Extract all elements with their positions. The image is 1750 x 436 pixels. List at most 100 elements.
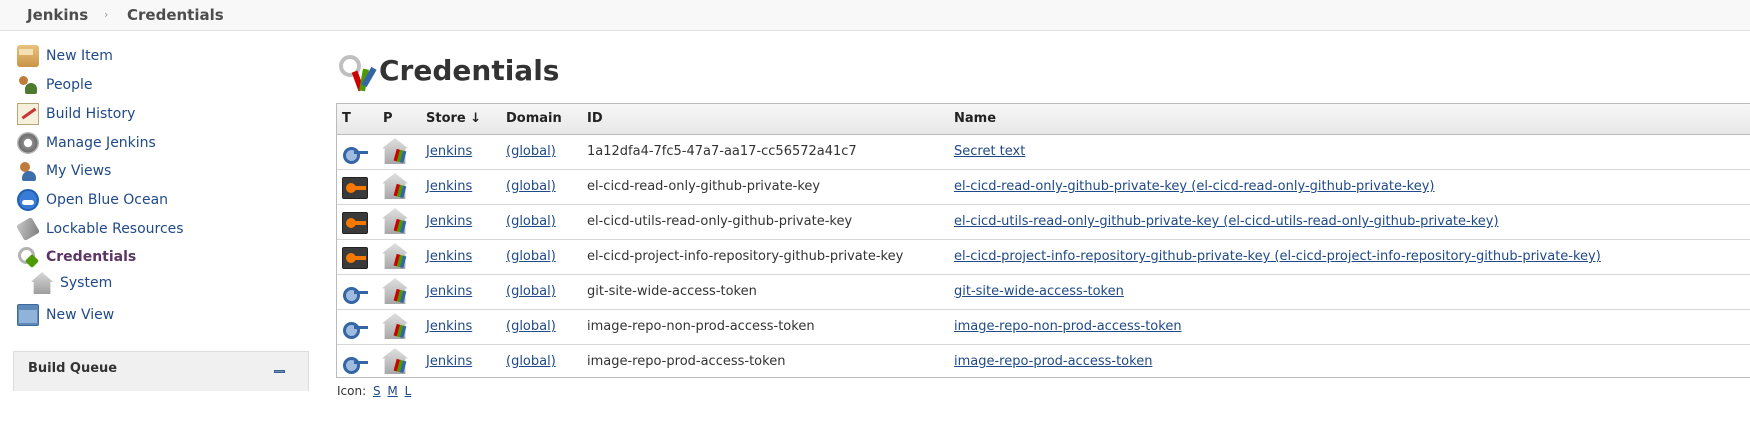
build-queue-title[interactable]: Build Queue: [28, 361, 117, 376]
table-row: Jenkins (global) el-cicd-read-only-githu…: [337, 170, 1750, 205]
credentials-store-icon: [382, 173, 410, 201]
page-title: Credentials: [379, 54, 560, 87]
credentials-icon: [17, 246, 39, 268]
sidebar-item-label: New Item: [46, 48, 113, 64]
system-store-icon: [31, 272, 53, 294]
table-row: Jenkins (global) image-repo-non-prod-acc…: [337, 310, 1750, 345]
domain-link[interactable]: (global): [506, 179, 556, 194]
domain-link[interactable]: (global): [506, 354, 556, 369]
credentials-store-icon: [382, 208, 410, 236]
folder-icon: [17, 304, 39, 326]
sidebar-item-label: Credentials: [46, 249, 137, 265]
credential-name-link[interactable]: el-cicd-project-info-repository-github-p…: [954, 249, 1601, 264]
new-item-icon: [17, 45, 39, 67]
icon-size-small[interactable]: S: [373, 384, 381, 398]
domain-link[interactable]: (global): [506, 319, 556, 334]
table-row: Jenkins (global) git-site-wide-access-to…: [337, 275, 1750, 310]
table-row: Jenkins (global) 1a12dfa4-7fc5-47a7-aa17…: [337, 135, 1750, 170]
people-icon: [17, 74, 39, 96]
credential-id: 1a12dfa4-7fc5-47a7-aa17-cc56572a41c7: [587, 144, 857, 159]
sidebar-item-credentials[interactable]: Credentials: [17, 246, 136, 268]
build-history-icon: [17, 103, 39, 125]
credentials-store-icon: [382, 278, 410, 306]
sidebar-item-label: Manage Jenkins: [46, 135, 156, 151]
sidebar-item-open-blue-ocean[interactable]: Open Blue Ocean: [17, 189, 168, 211]
secret-text-key-icon: [342, 352, 368, 374]
credential-name-link[interactable]: el-cicd-read-only-github-private-key (el…: [954, 179, 1435, 194]
sidebar-item-new-item[interactable]: New Item: [17, 45, 113, 67]
domain-link[interactable]: (global): [506, 214, 556, 229]
domain-link[interactable]: (global): [506, 249, 556, 264]
column-header-type[interactable]: T: [342, 111, 351, 126]
credential-name-link[interactable]: image-repo-prod-access-token: [954, 354, 1152, 369]
sidebar-item-people[interactable]: People: [17, 74, 93, 96]
credential-name-link[interactable]: image-repo-non-prod-access-token: [954, 319, 1182, 334]
collapse-icon[interactable]: [274, 370, 285, 373]
store-link[interactable]: Jenkins: [426, 319, 472, 334]
table-header: T P Store ↓ Domain ID Name: [337, 104, 1750, 135]
store-link[interactable]: Jenkins: [426, 179, 472, 194]
credential-id: el-cicd-read-only-github-private-key: [587, 179, 821, 194]
sidebar-item-my-views[interactable]: My Views: [17, 160, 111, 182]
sidebar-item-label: Lockable Resources: [46, 221, 184, 237]
secret-text-key-icon: [342, 317, 368, 339]
sidebar-item-system[interactable]: System: [31, 272, 112, 294]
credential-name-link[interactable]: git-site-wide-access-token: [954, 284, 1124, 299]
sidebar-item-new-view[interactable]: New View: [17, 304, 114, 326]
sidebar-item-label: My Views: [46, 163, 112, 179]
icon-size-large[interactable]: L: [405, 384, 412, 398]
credential-id: git-site-wide-access-token: [587, 284, 757, 299]
credential-id: image-repo-non-prod-access-token: [587, 319, 815, 334]
sidebar-item-label: Build History: [46, 106, 136, 122]
breadcrumb-separator-icon: ›: [104, 8, 109, 21]
credential-name-link[interactable]: el-cicd-utils-read-only-github-private-k…: [954, 214, 1499, 229]
breadcrumb-credentials[interactable]: Credentials: [127, 6, 224, 24]
gear-icon: [17, 132, 39, 154]
sidebar-item-label: Open Blue Ocean: [46, 192, 169, 208]
icon-size-selector: Icon: S M L: [337, 384, 411, 398]
breadcrumb-jenkins[interactable]: Jenkins: [27, 6, 88, 24]
store-link[interactable]: Jenkins: [426, 354, 472, 369]
sidebar-item-label: System: [60, 275, 113, 291]
sidebar-item-label: New View: [46, 307, 115, 323]
credentials-store-icon: [382, 138, 410, 166]
credential-name-link[interactable]: Secret text: [954, 144, 1025, 159]
credentials-store-icon: [382, 348, 410, 376]
domain-link[interactable]: (global): [506, 144, 556, 159]
store-link[interactable]: Jenkins: [426, 284, 472, 299]
blue-ocean-icon: [17, 189, 39, 211]
icon-size-medium[interactable]: M: [387, 384, 397, 398]
icon-size-label: Icon:: [337, 384, 367, 398]
sidebar-item-label: People: [46, 77, 93, 93]
table-row: Jenkins (global) el-cicd-utils-read-only…: [337, 205, 1750, 240]
column-header-provider[interactable]: P: [383, 111, 393, 126]
domain-link[interactable]: (global): [506, 284, 556, 299]
store-link[interactable]: Jenkins: [426, 214, 472, 229]
credentials-icon: [337, 53, 377, 93]
column-header-name[interactable]: Name: [954, 111, 996, 126]
credentials-store-icon: [382, 313, 410, 341]
credentials-store-icon: [382, 243, 410, 271]
table-row: Jenkins (global) el-cicd-project-info-re…: [337, 240, 1750, 275]
column-header-store[interactable]: Store ↓: [426, 111, 481, 126]
sidebar-item-manage-jenkins[interactable]: Manage Jenkins: [17, 132, 156, 154]
credential-id: image-repo-prod-access-token: [587, 354, 786, 369]
ssh-key-icon: [342, 247, 368, 269]
column-header-id[interactable]: ID: [587, 111, 603, 126]
ssh-key-icon: [342, 212, 368, 234]
secret-text-key-icon: [342, 142, 368, 164]
table-row: Jenkins (global) image-repo-prod-access-…: [337, 345, 1750, 377]
lock-icon: [15, 216, 41, 242]
store-link[interactable]: Jenkins: [426, 249, 472, 264]
credential-id: el-cicd-project-info-repository-github-p…: [587, 249, 904, 264]
build-queue-panel: Build Queue: [13, 351, 309, 391]
credentials-table: T P Store ↓ Domain ID Name Jenkins (glob…: [336, 103, 1750, 378]
column-header-domain[interactable]: Domain: [506, 111, 562, 126]
sidebar-item-lockable-resources[interactable]: Lockable Resources: [15, 216, 184, 242]
credential-id: el-cicd-utils-read-only-github-private-k…: [587, 214, 853, 229]
breadcrumb: Jenkins › Credentials: [0, 0, 1750, 31]
store-link[interactable]: Jenkins: [426, 144, 472, 159]
sidebar-item-build-history[interactable]: Build History: [17, 103, 135, 125]
user-icon: [17, 160, 39, 182]
secret-text-key-icon: [342, 282, 368, 304]
